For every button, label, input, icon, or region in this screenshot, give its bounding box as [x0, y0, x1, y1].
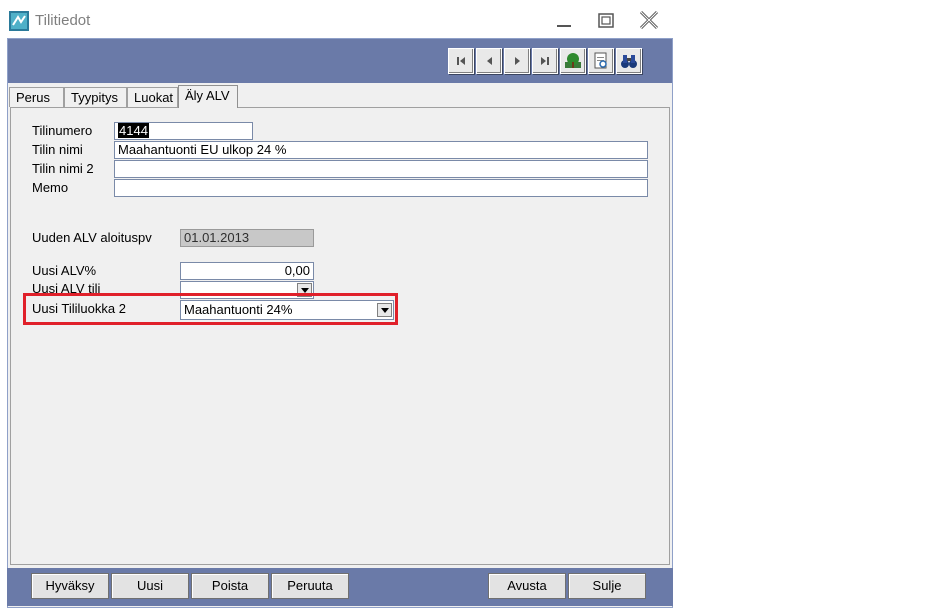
- binoculars-icon: [621, 55, 637, 68]
- memo-field[interactable]: [114, 179, 648, 197]
- previous-record-button[interactable]: [476, 48, 502, 74]
- poista-button[interactable]: Poista: [191, 573, 269, 599]
- tilin-nimi-field[interactable]: Maahantuonti EU ulkop 24 %: [114, 141, 648, 159]
- tab-tyypitys[interactable]: Tyypitys: [64, 87, 127, 107]
- tree-icon: [565, 53, 581, 68]
- tilin-nimi-2-label: Tilin nimi 2: [32, 161, 94, 176]
- button-bar: Hyväksy Uusi Poista Peruuta Avusta Sulje: [7, 568, 673, 606]
- next-record-button[interactable]: [504, 48, 530, 74]
- preview-button[interactable]: [588, 48, 614, 74]
- avusta-button[interactable]: Avusta: [488, 573, 566, 599]
- hyvaksy-button[interactable]: Hyväksy: [31, 573, 109, 599]
- window-title: Tilitiedot: [35, 12, 91, 29]
- last-record-button[interactable]: [532, 48, 558, 74]
- navigation-toolbar: [8, 39, 672, 83]
- first-icon: [457, 57, 465, 65]
- uusi-button[interactable]: Uusi: [111, 573, 189, 599]
- peruuta-button[interactable]: Peruuta: [271, 573, 349, 599]
- tab-perus[interactable]: Perus: [9, 87, 64, 107]
- close-icon[interactable]: [635, 8, 663, 34]
- memo-label: Memo: [32, 180, 69, 195]
- search-binoculars-button[interactable]: [616, 48, 642, 74]
- last-icon: [541, 57, 549, 65]
- alv-start-date-label: Uuden ALV aloituspv: [32, 230, 152, 245]
- tab-aly-alv[interactable]: Äly ALV: [178, 85, 238, 108]
- tilinumero-field[interactable]: 4144: [114, 122, 253, 140]
- tab-strip: Perus Tyypitys Luokat Äly ALV: [8, 85, 672, 108]
- app-icon: [9, 11, 29, 31]
- uusi-alv-pct-field[interactable]: 0,00: [180, 262, 314, 280]
- uusi-alv-pct-label: Uusi ALV%: [32, 263, 97, 278]
- uusi-alv-tili-label: Uusi ALV tili: [32, 281, 101, 293]
- previous-icon: [487, 57, 492, 65]
- account-details-window: Tilitiedot Perus Tyypitys Luokat Äly ALV…: [0, 0, 678, 613]
- sulje-button[interactable]: Sulje: [568, 573, 646, 599]
- alv-start-date-field: 01.01.2013: [180, 229, 314, 247]
- preview-icon: [594, 52, 607, 69]
- tilin-nimi-2-field[interactable]: [114, 160, 648, 178]
- tab-luokat[interactable]: Luokat: [127, 87, 178, 107]
- maximize-icon[interactable]: [593, 8, 621, 34]
- next-icon: [515, 57, 520, 65]
- title-bar[interactable]: Tilitiedot: [0, 0, 678, 38]
- tree-view-button[interactable]: [560, 48, 586, 74]
- minimize-icon[interactable]: [550, 8, 578, 34]
- first-record-button[interactable]: [448, 48, 474, 74]
- tilin-nimi-label: Tilin nimi: [32, 142, 83, 157]
- tilinumero-label: Tilinumero: [32, 123, 93, 138]
- highlight-box: [23, 293, 398, 325]
